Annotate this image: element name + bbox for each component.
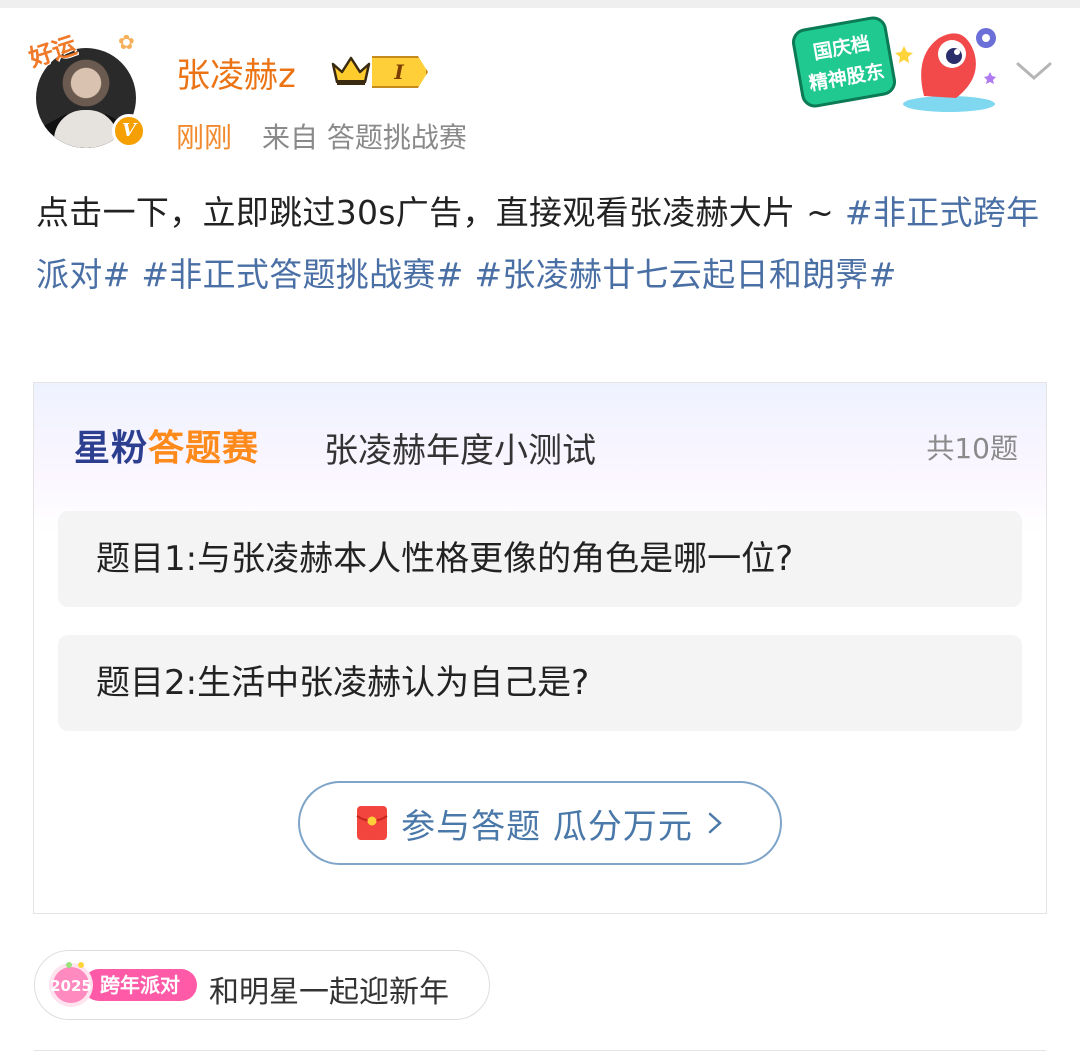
post-body-text: 点击一下，立即跳过30s广告，直接观看张凌赫大片 ~	[36, 193, 845, 232]
post-text: 点击一下，立即跳过30s广告，直接观看张凌赫大片 ~ #非正式跨年派对# #非正…	[36, 182, 1046, 306]
post-source[interactable]: 来自 答题挑战赛	[262, 116, 467, 156]
avatar[interactable]: 好运 ✿ V	[25, 30, 150, 154]
bottom-divider	[34, 1050, 1046, 1051]
red-envelope-icon	[356, 806, 388, 840]
username[interactable]: 张凌赫z	[176, 48, 296, 97]
event-tag[interactable]: 2025 跨年派对 和明星一起迎新年	[34, 950, 490, 1020]
quiz-logo: 星粉答题赛	[74, 419, 259, 471]
new-year-party-badge-icon: 2025 跨年派对	[49, 962, 197, 1007]
chevron-down-icon[interactable]	[1014, 56, 1054, 86]
quiz-logo-part-2: 答题赛	[148, 428, 260, 469]
top-divider	[0, 0, 1080, 8]
crown-icon	[331, 56, 371, 85]
join-quiz-label: 参与答题 瓜分万元	[401, 806, 693, 847]
question-item[interactable]: 题目1:与张凌赫本人性格更像的角色是哪一位?	[58, 511, 1022, 607]
mascot-icon	[895, 28, 996, 112]
verified-badge-icon: V	[112, 114, 146, 148]
post-time: 刚刚	[176, 121, 233, 154]
level-badge[interactable]: I	[372, 56, 428, 88]
chevron-right-icon	[708, 812, 722, 834]
quiz-logo-part-1: 星粉	[74, 428, 149, 469]
promo-sign: 国庆档 精神股东	[789, 14, 899, 110]
hashtag-link[interactable]: #非正式答题挑战赛#	[141, 255, 463, 294]
promo-banner[interactable]: 国庆档 精神股东	[789, 14, 1010, 118]
question-item[interactable]: 题目2:生活中张凌赫认为自己是?	[58, 635, 1022, 731]
hashtag-link[interactable]: #张凌赫廿七云起日和朗霁#	[474, 255, 896, 294]
event-badge-text: 跨年派对	[100, 973, 180, 997]
quiz-title: 张凌赫年度小测试	[324, 431, 596, 471]
quiz-question-count: 共10题	[926, 432, 1018, 465]
event-badge-year: 2025	[50, 977, 92, 995]
join-quiz-button[interactable]: 参与答题 瓜分万元	[298, 781, 782, 865]
event-label: 和明星一起迎新年	[209, 975, 449, 1010]
quiz-card[interactable]: 星粉答题赛 张凌赫年度小测试 共10题 题目1:与张凌赫本人性格更像的角色是哪一…	[33, 382, 1047, 914]
flower-icon: ✿	[118, 30, 135, 54]
